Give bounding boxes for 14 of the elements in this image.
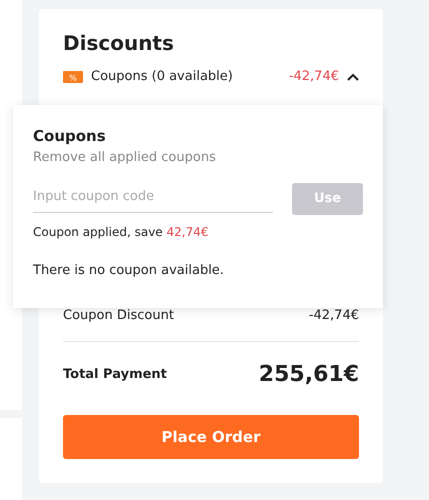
place-order-button[interactable]: Place Order [63, 415, 359, 459]
chevron-icon[interactable] [347, 72, 359, 81]
popover-title: Coupons [33, 126, 107, 147]
coupon-icon: % [63, 70, 83, 83]
row-value: -42,74€ [308, 306, 359, 324]
total-value: 255,61€ [258, 361, 359, 389]
section-title: Discounts [63, 31, 175, 55]
total-label: Total Payment [63, 366, 167, 384]
coupon-amount: -42,74€ [288, 68, 339, 86]
remove-coupons-link[interactable]: Remove all applied coupons [33, 150, 216, 164]
coupons-label: Coupons (0 available) [91, 68, 233, 86]
empty-message: There is no coupon available. [33, 262, 225, 280]
row-label: Coupon Discount [63, 306, 174, 324]
applied-message: Coupon applied, save 42,74€ [33, 224, 210, 241]
